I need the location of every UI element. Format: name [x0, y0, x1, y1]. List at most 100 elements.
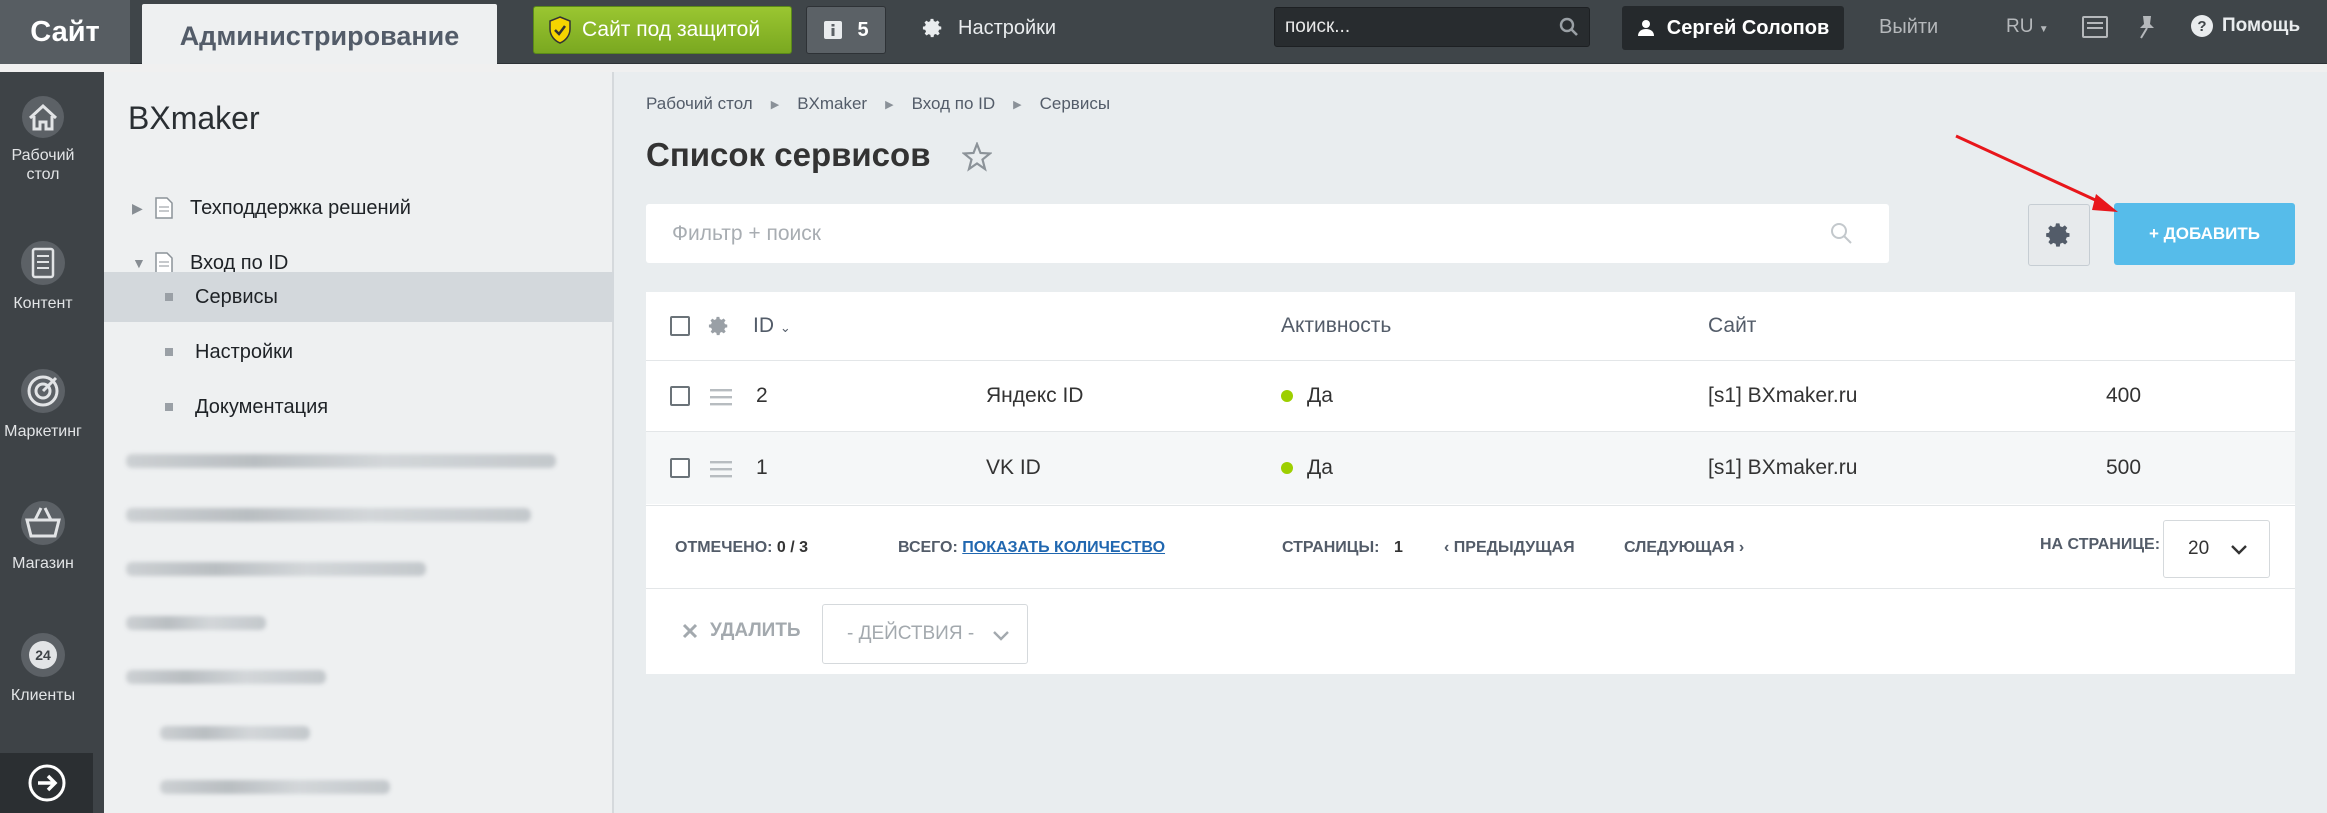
menu-item-content[interactable]: Контент — [0, 240, 86, 313]
caret-down-icon: ▼ — [2038, 24, 2049, 35]
cell-name: VK ID — [986, 456, 1041, 479]
row-menu-icon[interactable] — [710, 388, 732, 406]
blurred-tree-item — [126, 454, 556, 468]
actions-select[interactable]: - ДЕЙСТВИЯ - — [822, 604, 1028, 664]
notifications-button[interactable]: 5 — [806, 6, 886, 54]
main-menu-sidebar: Рабочий стол Контент Маркетинг Магазин 2… — [0, 72, 104, 813]
shield-check-icon — [549, 16, 571, 44]
tree-item-settings[interactable]: Настройки — [104, 327, 614, 377]
menu-item-clients[interactable]: 24 Клиенты — [0, 632, 86, 705]
pages-label: СТРАНИЦЫ: — [1282, 539, 1380, 556]
per-page-select[interactable]: 20 — [2163, 520, 2270, 578]
tree-title: BXmaker — [128, 100, 260, 136]
menu-item-marketing-label: Маркетинг — [4, 423, 82, 440]
column-header-site[interactable]: Сайт — [1708, 314, 1756, 338]
keyboard-icon[interactable] — [2082, 16, 2108, 38]
user-icon — [1637, 20, 1654, 36]
menu-item-content-label: Контент — [13, 295, 73, 312]
column-header-active[interactable]: Активность — [1281, 314, 1391, 338]
bullet-icon — [165, 348, 173, 356]
tree-item-support[interactable]: ▶ Техподдержка решений — [104, 183, 614, 233]
breadcrumb-separator-icon: ▶ — [1013, 98, 1022, 111]
page-icon — [155, 197, 173, 219]
next-page-label: СЛЕДУЮЩАЯ — [1624, 539, 1735, 556]
settings-link[interactable]: Настройки — [922, 12, 1056, 44]
global-search-input[interactable]: поиск... — [1274, 7, 1590, 47]
table-navigation-bar: ОТМЕЧЕНО: 0 / 3 ВСЕГО: ПОКАЗАТЬ КОЛИЧЕСТ… — [646, 505, 2295, 589]
chevron-left-icon: ‹ — [1444, 539, 1450, 556]
menu-item-shop[interactable]: Магазин — [0, 500, 86, 573]
per-page-value: 20 — [2188, 538, 2210, 559]
settings-label: Настройки — [958, 16, 1057, 39]
admin-tab[interactable]: Администрирование — [142, 4, 497, 68]
total-label: ВСЕГО: — [898, 539, 958, 556]
chevron-down-icon — [993, 631, 1009, 641]
cell-active-label: Да — [1307, 456, 1333, 479]
collapse-menu-button[interactable] — [0, 753, 93, 813]
tree-item-services[interactable]: Сервисы — [104, 272, 614, 322]
chevron-down-icon — [2231, 545, 2247, 555]
pin-icon[interactable] — [2136, 14, 2158, 40]
home-icon — [22, 96, 64, 138]
breadcrumb-item[interactable]: Сервисы — [1040, 94, 1110, 114]
cell-site: [s1] BXmaker.ru — [1708, 456, 1858, 479]
site-protected-label: Сайт под защитой — [582, 18, 761, 41]
table-header-row: ID ⌄ Активность Сайт — [646, 292, 2295, 361]
expand-arrow-icon[interactable]: ▶ — [132, 200, 144, 217]
table-row[interactable]: 2 Яндекс ID Да [s1] BXmaker.ru 400 — [646, 361, 2295, 432]
delete-button[interactable]: УДАЛИТЬ — [682, 620, 801, 642]
clients-24-icon: 24 — [21, 633, 65, 677]
page-number[interactable]: 1 — [1394, 539, 1403, 556]
basket-icon — [21, 501, 65, 545]
menu-item-desktop[interactable]: Рабочий стол — [0, 96, 86, 184]
checked-value: 0 / 3 — [776, 539, 809, 556]
logout-link[interactable]: Выйти — [1879, 16, 1938, 39]
next-page-button[interactable]: СЛЕДУЮЩАЯ › — [1624, 539, 1744, 557]
site-tab[interactable]: Сайт — [0, 0, 130, 64]
gear-icon — [922, 18, 942, 38]
row-checkbox[interactable] — [670, 458, 690, 478]
blurred-tree-item — [160, 726, 310, 740]
breadcrumb-item[interactable]: Вход по ID — [912, 94, 996, 114]
tree-item-docs[interactable]: Документация — [104, 382, 614, 432]
language-label: RU — [2006, 16, 2034, 37]
group-actions-bar: УДАЛИТЬ - ДЕЙСТВИЯ - — [646, 590, 2295, 674]
cell-active-label: Да — [1307, 384, 1333, 407]
breadcrumb-separator-icon: ▶ — [770, 98, 780, 111]
top-admin-bar: Сайт Администрирование Сайт под защитой … — [0, 0, 2327, 68]
topbar-divider — [0, 64, 2327, 72]
select-all-checkbox[interactable] — [670, 316, 690, 336]
cell-id: 1 — [756, 456, 768, 479]
star-icon[interactable] — [962, 142, 992, 172]
gear-icon[interactable] — [708, 315, 730, 337]
search-icon — [1559, 17, 1578, 36]
checked-label: ОТМЕЧЕНО: — [675, 539, 773, 556]
user-profile-button[interactable]: Сергей Солопов — [1622, 6, 1844, 50]
section-tree-panel: BXmaker ▶ Техподдержка решений ▼ Вход по… — [104, 72, 614, 813]
table-row[interactable]: 1 VK ID Да [s1] BXmaker.ru 500 — [646, 432, 2295, 504]
help-link[interactable]: ? Помощь — [2190, 14, 2300, 38]
add-button[interactable]: + ДОБАВИТЬ — [2114, 203, 2295, 265]
site-protected-button[interactable]: Сайт под защитой — [533, 6, 792, 54]
menu-item-marketing[interactable]: Маркетинг — [0, 368, 86, 441]
column-header-id-label: ID — [753, 314, 774, 337]
prev-page-button[interactable]: ‹ ПРЕДЫДУЩАЯ — [1444, 539, 1575, 557]
tree-item-docs-label: Документация — [195, 395, 329, 418]
cell-sort: 400 — [2106, 384, 2142, 407]
filter-placeholder: Фильтр + поиск — [672, 221, 821, 245]
menu-item-shop-label: Магазин — [12, 555, 74, 572]
collapse-arrow-icon[interactable]: ▼ — [132, 255, 146, 271]
breadcrumb-item[interactable]: BXmaker — [797, 94, 867, 114]
show-count-link[interactable]: ПОКАЗАТЬ КОЛИЧЕСТВО — [962, 539, 1165, 556]
column-header-id[interactable]: ID ⌄ — [753, 314, 791, 338]
language-selector[interactable]: RU ▼ — [2006, 16, 2049, 38]
row-checkbox[interactable] — [670, 386, 690, 406]
bullet-icon — [165, 293, 173, 301]
menu-item-clients-label: Клиенты — [10, 687, 76, 704]
breadcrumb-item[interactable]: Рабочий стол — [646, 94, 753, 114]
filter-search-input[interactable]: Фильтр + поиск — [646, 204, 1889, 263]
cell-active: Да — [1281, 384, 1333, 408]
user-name: Сергей Солопов — [1666, 16, 1830, 39]
breadcrumb: Рабочий стол ▶ BXmaker ▶ Вход по ID ▶ Се… — [646, 94, 1110, 114]
row-menu-icon[interactable] — [710, 460, 732, 478]
